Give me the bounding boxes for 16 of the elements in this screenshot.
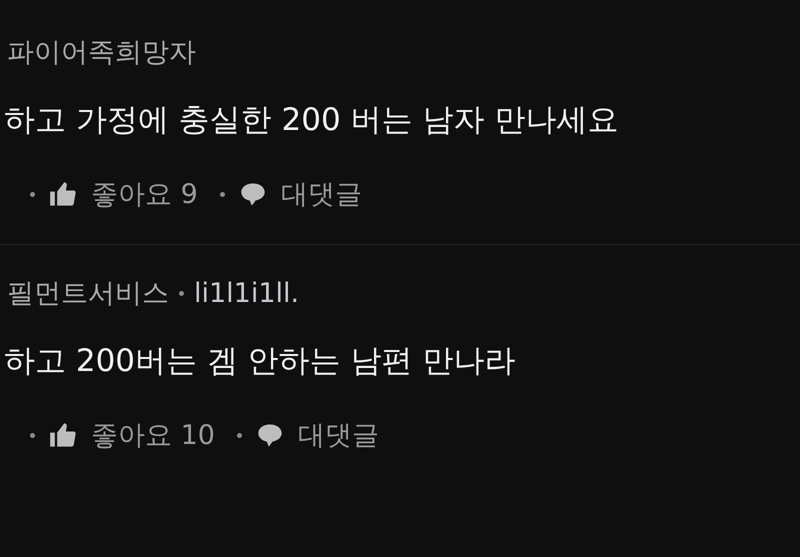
- like-count[interactable]: 좋아요 10: [91, 417, 215, 453]
- thumbs-up-icon[interactable]: [49, 180, 77, 208]
- separator-dot: [236, 432, 242, 438]
- separator-dot: [30, 192, 35, 196]
- separator-dot: [30, 432, 35, 438]
- separator-dot: [179, 290, 184, 296]
- author-name[interactable]: 필먼트서비스: [7, 275, 169, 311]
- author-name[interactable]: 파이어족희망자: [7, 34, 196, 70]
- separator-dot: [220, 192, 225, 196]
- thumbs-up-icon[interactable]: [49, 421, 77, 449]
- author-handle[interactable]: li1l1i1ll.: [194, 278, 300, 308]
- like-count[interactable]: 좋아요 9: [91, 176, 198, 212]
- reply-button[interactable]: 대댓글: [280, 176, 362, 212]
- reply-button[interactable]: 대댓글: [298, 417, 379, 453]
- comment-text: 하고 200버는 겜 안하는 남편 만나라: [4, 342, 516, 381]
- comment-text: 하고 가정에 충실한 200 버는 남자 만나세요: [4, 101, 620, 140]
